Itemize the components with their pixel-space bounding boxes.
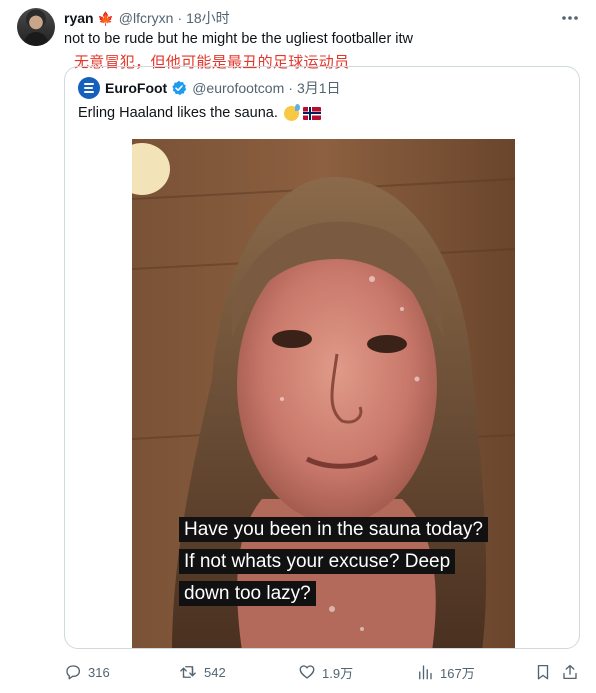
eurofoot-logo-icon <box>84 83 94 93</box>
quoted-timestamp[interactable]: 3月1日 <box>297 78 341 98</box>
grinning-sweat-emoji-icon <box>283 103 300 121</box>
tweet-header: ryan 🍁 @lfcryxn · 18小时 <box>64 9 230 27</box>
like-button[interactable]: 1.9万 <box>298 660 353 684</box>
retweet-icon <box>180 666 196 678</box>
reply-icon <box>66 665 81 680</box>
image-caption: Have you been in the sauna today? If not… <box>179 514 492 610</box>
retweet-button[interactable]: 542 <box>178 660 226 684</box>
quoted-tweet-text-row: Erling Haaland likes the sauna. <box>78 103 321 121</box>
quoted-tweet[interactable]: EuroFoot @eurofootcom · 3月1日 Erling Haal… <box>64 66 580 649</box>
views-count: 167万 <box>440 665 475 681</box>
bookmark-button[interactable] <box>534 660 558 684</box>
share-icon <box>563 664 577 680</box>
share-button[interactable] <box>561 660 585 684</box>
separator-dot: · <box>177 10 183 26</box>
verified-badge-icon <box>171 80 187 96</box>
bookmark-icon <box>537 664 549 680</box>
tweet-text: not to be rude but he might be the uglie… <box>64 31 414 47</box>
heart-icon <box>299 665 315 679</box>
ellipsis-icon <box>562 16 578 20</box>
quoted-tweet-header: EuroFoot @eurofootcom · 3月1日 <box>78 77 341 99</box>
reply-button[interactable]: 316 <box>64 660 110 684</box>
timestamp[interactable]: 18小时 <box>186 8 230 28</box>
views-button[interactable]: 167万 <box>416 660 475 684</box>
more-options-button[interactable] <box>558 8 582 28</box>
action-bar: 316 542 1.9万 167万 <box>64 660 584 684</box>
quoted-author-handle[interactable]: @eurofootcom <box>192 80 284 96</box>
author-name[interactable]: ryan <box>64 10 94 26</box>
quoted-author-name[interactable]: EuroFoot <box>105 80 167 96</box>
reply-count: 316 <box>88 664 110 680</box>
analytics-icon <box>419 665 432 680</box>
quoted-tweet-text: Erling Haaland likes the sauna. <box>78 105 278 121</box>
author-handle[interactable]: @lfcryxn <box>119 10 174 26</box>
norway-flag-icon <box>302 106 321 120</box>
separator-dot: · <box>288 80 293 96</box>
like-count: 1.9万 <box>322 665 354 681</box>
quoted-tweet-image[interactable]: Have you been in the sauna today? If not… <box>132 139 515 648</box>
maple-leaf-icon: 🍁 <box>97 10 114 26</box>
quoted-avatar[interactable] <box>78 77 100 99</box>
avatar[interactable] <box>17 8 55 46</box>
retweet-count: 542 <box>204 664 226 680</box>
